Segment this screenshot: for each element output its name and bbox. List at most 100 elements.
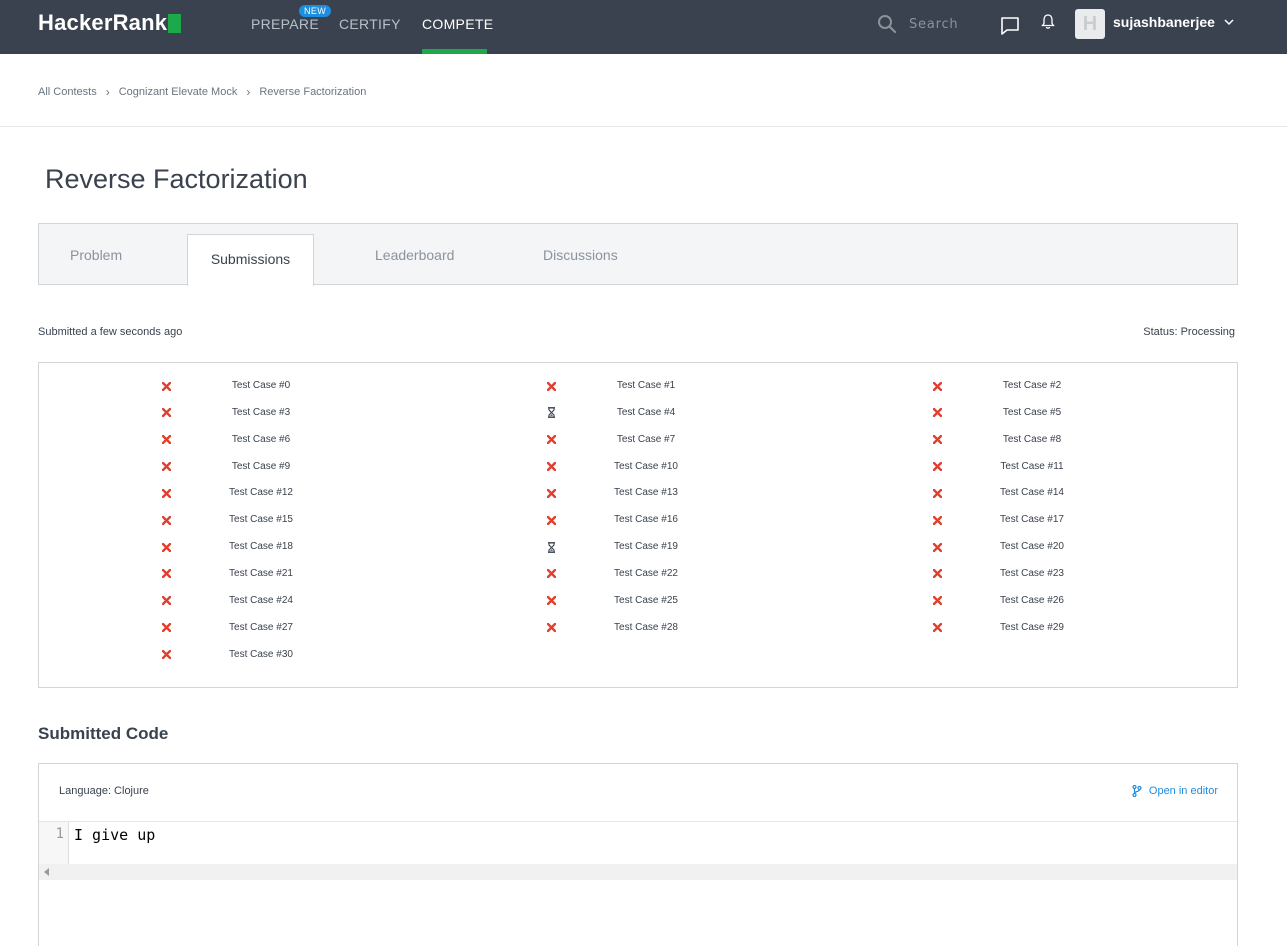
search-input[interactable] — [909, 13, 999, 35]
failed-x-icon — [160, 487, 172, 499]
test-case-label[interactable]: Test Case #22 — [596, 568, 696, 579]
test-case-label[interactable]: Test Case #24 — [211, 595, 311, 606]
chevron-down-icon[interactable] — [1224, 18, 1234, 26]
test-case-label[interactable]: Test Case #16 — [596, 514, 696, 525]
test-case-label[interactable]: Test Case #19 — [596, 541, 696, 552]
open-in-editor-link[interactable]: Open in editor — [1132, 785, 1218, 797]
test-case-item[interactable]: Test Case #23 — [39, 567, 1237, 583]
test-case-item[interactable]: Test Case #15 — [39, 513, 1237, 529]
branch-icon — [1132, 785, 1142, 797]
test-case-label[interactable]: Test Case #14 — [982, 487, 1082, 498]
test-case-label[interactable]: Test Case #21 — [211, 568, 311, 579]
test-case-label[interactable]: Test Case #25 — [596, 595, 696, 606]
nav-compete[interactable]: COMPETE — [422, 16, 493, 32]
scroll-left-icon[interactable] — [44, 868, 50, 876]
test-case-label[interactable]: Test Case #26 — [982, 595, 1082, 606]
test-case-label[interactable]: Test Case #23 — [982, 568, 1082, 579]
test-case-item[interactable]: Test Case #14 — [39, 486, 1237, 502]
test-case-item[interactable]: Test Case #27 — [39, 621, 1237, 637]
test-case-label[interactable]: Test Case #3 — [211, 407, 311, 418]
test-case-item[interactable]: Test Case #28 — [39, 621, 1237, 637]
messages-icon[interactable] — [1000, 16, 1020, 36]
hackerrank-logo[interactable]: HackerRank — [38, 10, 182, 35]
username[interactable]: sujashbanerjee — [1113, 14, 1215, 30]
failed-x-icon — [160, 461, 172, 473]
language-label: Language: Clojure — [59, 785, 149, 797]
test-case-label[interactable]: Test Case #6 — [211, 434, 311, 445]
code-panel: Language: Clojure Open in editor 1 I giv… — [38, 763, 1238, 946]
test-case-label[interactable]: Test Case #1 — [596, 380, 696, 391]
tab-submissions[interactable]: Submissions — [187, 234, 314, 286]
test-case-label[interactable]: Test Case #29 — [982, 622, 1082, 633]
test-case-item[interactable]: Test Case #13 — [39, 486, 1237, 502]
failed-x-icon — [545, 514, 557, 526]
submission-status: Status: Processing — [1143, 326, 1235, 338]
test-case-label[interactable]: Test Case #20 — [982, 541, 1082, 552]
test-case-label[interactable]: Test Case #13 — [596, 487, 696, 498]
test-case-item[interactable]: Test Case #9 — [39, 460, 1237, 476]
test-case-label[interactable]: Test Case #9 — [211, 461, 311, 472]
test-case-item[interactable]: Test Case #11 — [39, 460, 1237, 476]
test-case-label[interactable]: Test Case #8 — [982, 434, 1082, 445]
test-case-label[interactable]: Test Case #7 — [596, 434, 696, 445]
test-case-label[interactable]: Test Case #11 — [982, 461, 1082, 472]
search-box[interactable] — [877, 13, 999, 35]
test-case-item[interactable]: Test Case #8 — [39, 433, 1237, 449]
test-case-item[interactable]: Test Case #18 — [39, 540, 1237, 556]
test-case-item[interactable]: Test Case #3 — [39, 406, 1237, 422]
test-case-item[interactable]: Test Case #4 — [39, 406, 1237, 422]
new-badge: NEW — [299, 5, 332, 17]
test-case-item[interactable]: Test Case #12 — [39, 486, 1237, 502]
test-case-item[interactable]: Test Case #17 — [39, 513, 1237, 529]
failed-x-icon — [545, 434, 557, 446]
test-case-label[interactable]: Test Case #27 — [211, 622, 311, 633]
test-case-item[interactable]: Test Case #20 — [39, 540, 1237, 556]
test-case-item[interactable]: Test Case #24 — [39, 594, 1237, 610]
nav-certify[interactable]: CERTIFY — [339, 16, 401, 32]
code-line[interactable]: I give up — [74, 826, 155, 844]
test-case-item[interactable]: Test Case #1 — [39, 379, 1237, 395]
test-case-item[interactable]: Test Case #25 — [39, 594, 1237, 610]
test-case-item[interactable]: Test Case #29 — [39, 621, 1237, 637]
notifications-bell-icon[interactable] — [1041, 14, 1055, 30]
test-case-label[interactable]: Test Case #10 — [596, 461, 696, 472]
test-case-item[interactable]: Test Case #22 — [39, 567, 1237, 583]
avatar[interactable]: H — [1075, 9, 1105, 39]
test-case-label[interactable]: Test Case #28 — [596, 622, 696, 633]
test-case-item[interactable]: Test Case #16 — [39, 513, 1237, 529]
tab-leaderboard[interactable]: Leaderboard — [375, 247, 454, 263]
tab-problem[interactable]: Problem — [70, 247, 122, 263]
test-case-label[interactable]: Test Case #18 — [211, 541, 311, 552]
breadcrumb-all-contests[interactable]: All Contests — [38, 86, 97, 98]
breadcrumb-challenge: Reverse Factorization — [259, 86, 367, 98]
failed-x-icon — [931, 487, 943, 499]
page-title: Reverse Factorization — [45, 164, 308, 194]
horizontal-scrollbar[interactable] — [39, 864, 1237, 880]
test-case-label[interactable]: Test Case #0 — [211, 380, 311, 391]
test-case-item[interactable]: Test Case #19 — [39, 540, 1237, 556]
nav-prepare[interactable]: PREPARE — [251, 16, 319, 32]
top-navbar: HackerRank PREPARE NEW CERTIFY COMPETE H… — [0, 0, 1287, 54]
tab-discussions[interactable]: Discussions — [543, 247, 618, 263]
test-case-item[interactable]: Test Case #21 — [39, 567, 1237, 583]
search-icon — [878, 15, 897, 34]
breadcrumb-contest[interactable]: Cognizant Elevate Mock — [119, 86, 238, 98]
test-case-item[interactable]: Test Case #10 — [39, 460, 1237, 476]
test-case-label[interactable]: Test Case #2 — [982, 380, 1082, 391]
active-nav-indicator — [422, 49, 487, 54]
test-case-label[interactable]: Test Case #12 — [211, 487, 311, 498]
test-case-item[interactable]: Test Case #6 — [39, 433, 1237, 449]
test-case-label[interactable]: Test Case #15 — [211, 514, 311, 525]
test-case-label[interactable]: Test Case #5 — [982, 407, 1082, 418]
test-case-label[interactable]: Test Case #4 — [596, 407, 696, 418]
test-case-item[interactable]: Test Case #7 — [39, 433, 1237, 449]
failed-x-icon — [545, 380, 557, 392]
test-case-label[interactable]: Test Case #30 — [211, 649, 311, 660]
test-case-item[interactable]: Test Case #5 — [39, 406, 1237, 422]
test-case-label[interactable]: Test Case #17 — [982, 514, 1082, 525]
failed-x-icon — [160, 514, 172, 526]
test-case-item[interactable]: Test Case #0 — [39, 379, 1237, 395]
test-case-item[interactable]: Test Case #2 — [39, 379, 1237, 395]
test-case-item[interactable]: Test Case #30 — [39, 648, 1237, 664]
test-case-item[interactable]: Test Case #26 — [39, 594, 1237, 610]
